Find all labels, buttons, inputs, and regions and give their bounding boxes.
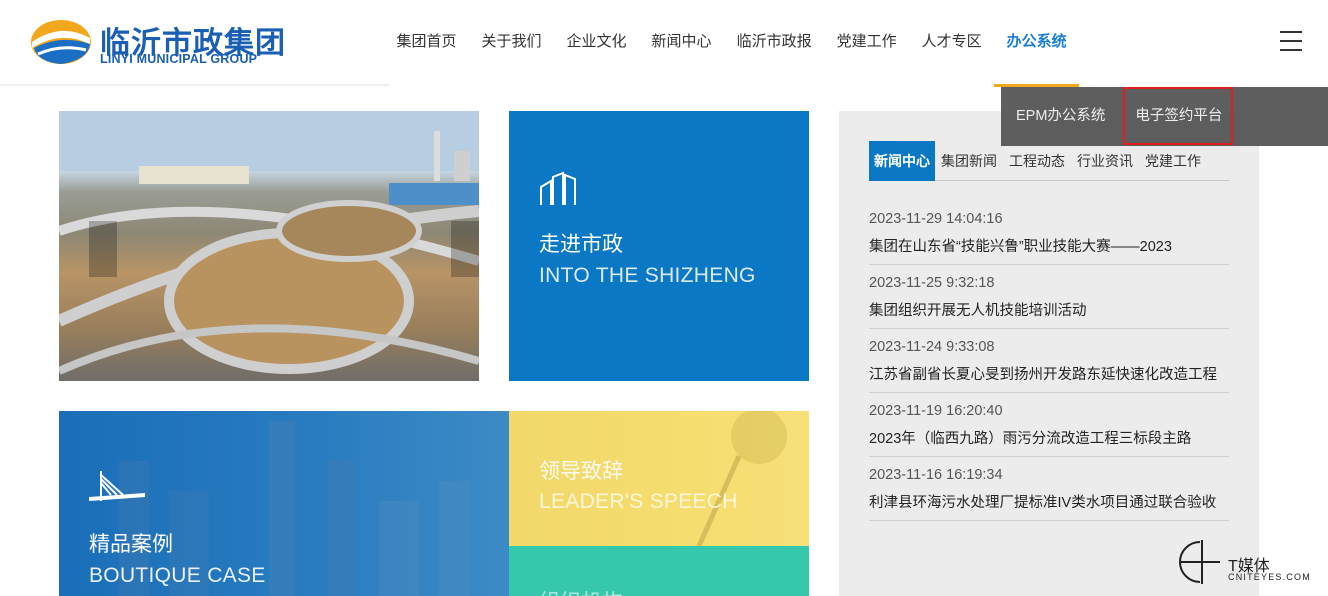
nav-item-newspaper[interactable]: 临沂市政报 [724, 0, 824, 84]
nav-item-culture[interactable]: 企业文化 [554, 0, 639, 84]
watermark: T媒体 CNITEYES.COM [1178, 536, 1323, 588]
carousel-prev-button[interactable] [89, 221, 117, 277]
news-item[interactable]: 2023-11-25 9:32:18 集团组织开展无人机技能培训活动 [869, 265, 1229, 329]
news-title[interactable]: 江苏省副省长夏心旻到扬州开发路东延快速化改造工程 [869, 363, 1229, 384]
news-tab-group[interactable]: 集团新闻 [935, 141, 1003, 181]
tile-speech[interactable]: 领导致辞 LEADER'S SPEECH [509, 411, 809, 546]
tile-organization[interactable]: 组织机构 [509, 546, 809, 596]
news-tabs: 新闻中心 集团新闻 工程动态 行业资讯 党建工作 [869, 141, 1229, 181]
nav-item-party[interactable]: 党建工作 [824, 0, 909, 84]
hamburger-menu-icon[interactable] [1280, 31, 1302, 51]
news-date: 2023-11-24 9:33:08 [869, 339, 995, 355]
site-logo[interactable]: 临沂市政集团 LINYI MUNICIPAL GROUP [30, 16, 285, 68]
news-item[interactable]: 2023-11-16 16:19:34 利津县环海污水处理厂提标准IV类水项目通… [869, 457, 1229, 521]
dropdown-item-epm[interactable]: EPM办公系统 [1001, 87, 1120, 146]
tile-case-title-cn: 精品案例 [89, 533, 173, 556]
main-nav: 集团首页 关于我们 企业文化 新闻中心 临沂市政报 党建工作 人才专区 办公系统 [384, 0, 1080, 87]
news-title[interactable]: 利津县环海污水处理厂提标准IV类水项目通过联合验收 [869, 491, 1229, 512]
banner-photo[interactable] [59, 111, 479, 381]
dropdown-item-esign[interactable]: 电子签约平台 [1120, 87, 1237, 146]
news-date: 2023-11-25 9:32:18 [869, 275, 995, 291]
logo-emblem-icon [31, 20, 91, 64]
carousel-next-button[interactable] [451, 221, 479, 277]
nav-item-office[interactable]: 办公系统 [994, 0, 1080, 87]
tile-org-title-cn: 组织机构 [539, 586, 623, 596]
header-divider [0, 84, 390, 87]
news-tab-project[interactable]: 工程动态 [1003, 141, 1071, 181]
news-tab-party[interactable]: 党建工作 [1139, 141, 1207, 181]
news-tab-center[interactable]: 新闻中心 [869, 141, 935, 181]
office-system-dropdown: EPM办公系统 电子签约平台 [1001, 87, 1328, 146]
news-date: 2023-11-29 14:04:16 [869, 211, 1003, 227]
tile-speech-title-en: LEADER'S SPEECH [539, 490, 738, 513]
watermark-logo-icon [1179, 540, 1220, 584]
tile-case-title-en: BOUTIQUE CASE [89, 564, 266, 587]
news-title[interactable]: 集团在山东省“技能兴鲁”职业技能大赛——2023 [869, 235, 1229, 256]
tile-about-title-cn: 走进市政 [539, 233, 623, 256]
nav-item-home[interactable]: 集团首页 [384, 0, 469, 84]
tile-speech-title-cn: 领导致辞 [539, 460, 623, 483]
nav-item-news[interactable]: 新闻中心 [639, 0, 724, 84]
news-item[interactable]: 2023-11-29 14:04:16 集团在山东省“技能兴鲁”职业技能大赛——… [869, 201, 1229, 265]
bridge-icon [89, 471, 145, 501]
news-item[interactable]: 2023-11-19 16:20:40 2023年（临西九路）雨污分流改造工程三… [869, 393, 1229, 457]
news-panel: 新闻中心 集团新闻 工程动态 行业资讯 党建工作 2023-11-29 14:0… [839, 111, 1259, 596]
news-list: 2023-11-29 14:04:16 集团在山东省“技能兴鲁”职业技能大赛——… [869, 201, 1229, 521]
microphone-image [696, 411, 787, 546]
watermark-text-en: CNITEYES.COM [1228, 572, 1311, 582]
nav-item-about[interactable]: 关于我们 [469, 0, 554, 84]
interchange-image [59, 111, 479, 375]
news-title[interactable]: 2023年（临西九路）雨污分流改造工程三标段主路 [869, 427, 1229, 448]
tile-about-title-en: INTO THE SHIZHENG [539, 264, 756, 287]
tile-about[interactable]: 走进市政 INTO THE SHIZHENG [509, 111, 809, 381]
news-item[interactable]: 2023-11-24 9:33:08 江苏省副省长夏心旻到扬州开发路东延快速化改… [869, 329, 1229, 393]
news-date: 2023-11-19 16:20:40 [869, 403, 1003, 419]
news-tab-industry[interactable]: 行业资讯 [1071, 141, 1139, 181]
nav-item-talent[interactable]: 人才专区 [909, 0, 994, 84]
tile-case[interactable]: 精品案例 BOUTIQUE CASE [59, 411, 509, 596]
news-date: 2023-11-16 16:19:34 [869, 467, 1003, 483]
site-header: 临沂市政集团 LINYI MUNICIPAL GROUP 集团首页 关于我们 企… [0, 0, 1328, 87]
buildings-icon [540, 171, 576, 205]
news-title[interactable]: 集团组织开展无人机技能培训活动 [869, 299, 1229, 320]
logo-text-en: LINYI MUNICIPAL GROUP [100, 52, 258, 66]
